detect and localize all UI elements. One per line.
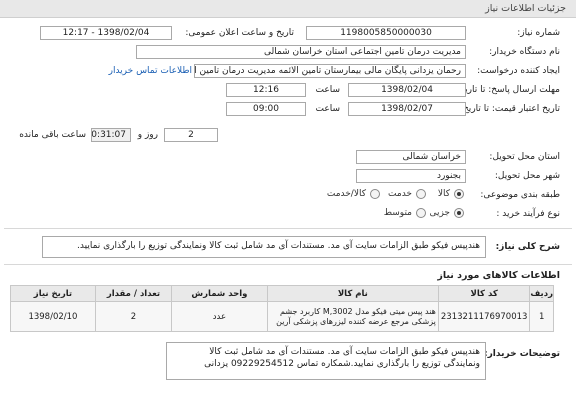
col-header-index: ردیف xyxy=(529,285,554,302)
buyer-org-field[interactable]: مدیریت درمان تامین اجتماعی استان خراسان … xyxy=(136,45,466,59)
price-time-word: ساعت xyxy=(315,104,341,114)
radio-icon[interactable] xyxy=(416,189,426,199)
radio-selected-icon[interactable] xyxy=(454,208,464,218)
city-label: شهر محل تحویل: xyxy=(494,171,560,181)
province-label: استان محل تحویل: xyxy=(489,152,560,162)
purchase-type-medium[interactable]: متوسط xyxy=(384,208,426,218)
cell-code: 2313211176970013 xyxy=(437,301,531,332)
creator-field[interactable]: رحمان یزدانی پایگان مالی بیمارستان تامین… xyxy=(194,64,466,78)
announce-field[interactable]: 1398/02/04 - 12:17 xyxy=(40,26,172,40)
buyer-desc-label: توضیحات خریدار: xyxy=(484,349,560,359)
buyer-desc-field[interactable]: هندپیس فیکو طبق الزامات سایت آی مد. مستن… xyxy=(166,342,486,380)
days-field[interactable]: 2 xyxy=(164,128,218,142)
creator-label: ایجاد کننده درخواست: xyxy=(477,66,560,76)
cell-qty: 2 xyxy=(94,301,173,332)
category-option-goods[interactable]: کالا xyxy=(438,189,464,199)
purchase-type-partial[interactable]: جزیی xyxy=(429,208,464,218)
cell-index: 1 xyxy=(529,301,554,332)
send-deadline-date-field[interactable]: 1398/02/04 xyxy=(348,83,466,97)
radio-selected-icon[interactable] xyxy=(454,189,464,199)
send-time-word: ساعت xyxy=(315,85,341,95)
divider xyxy=(4,228,572,229)
category-option-goods-service[interactable]: کالا/خدمت xyxy=(327,189,380,199)
need-number-field[interactable]: 1198005850000030 xyxy=(306,26,466,40)
province-field[interactable]: خراسان شمالی xyxy=(356,150,466,164)
radio-icon[interactable] xyxy=(370,189,380,199)
col-header-qty: تعداد / مقدار xyxy=(94,285,173,302)
contact-info-link[interactable]: اطلاعات تماس خریدار xyxy=(109,66,192,76)
city-field[interactable]: بجنورد xyxy=(356,169,466,183)
general-desc-label: شرح کلی نیاز: xyxy=(495,242,560,252)
radio-icon[interactable] xyxy=(416,208,426,218)
cell-date: 1398/02/10 xyxy=(10,301,96,332)
col-header-code: کد کالا xyxy=(437,285,531,302)
days-word: روز و xyxy=(137,130,158,140)
remaining-time-field: 20:31:07 xyxy=(91,128,131,142)
col-header-name: نام کالا xyxy=(266,285,439,302)
send-deadline-time-field[interactable]: 12:16 xyxy=(226,83,306,97)
category-option-service[interactable]: خدمت xyxy=(388,189,426,199)
general-desc-field[interactable]: هندپیس فیکو طبق الزامات سایت آی مد. مستن… xyxy=(42,236,486,258)
need-number-label: شماره نیاز: xyxy=(517,28,560,38)
category-label: طبقه بندی موضوعی: xyxy=(480,190,560,200)
items-section-title: اطلاعات کالاهای مورد نیاز xyxy=(437,270,560,281)
purchase-type-label: نوع فرآیند خرید : xyxy=(496,209,560,219)
items-table: ردیف کد کالا نام کالا واحد شمارش تعداد /… xyxy=(10,285,554,332)
page-title: جزئیات اطلاعات نیاز xyxy=(485,3,566,14)
divider xyxy=(4,264,572,265)
cell-name: هند پیس میتی فیکو مدل M,3002 کاربرد جشم … xyxy=(266,301,439,332)
remaining-label: ساعت باقی مانده xyxy=(19,130,86,140)
price-validity-date-field[interactable]: 1398/02/07 xyxy=(348,102,466,116)
send-deadline-label: مهلت ارسال پاسخ: تا تاریخ: xyxy=(456,85,560,95)
announce-label: تاریخ و ساعت اعلان عمومی: xyxy=(185,28,294,38)
col-header-unit: واحد شمارش xyxy=(171,285,268,302)
col-header-date: تاریخ نیاز xyxy=(10,285,96,302)
items-table-header: ردیف کد کالا نام کالا واحد شمارش تعداد /… xyxy=(10,285,554,302)
page-header: جزئیات اطلاعات نیاز xyxy=(0,0,576,18)
table-row[interactable]: 1 2313211176970013 هند پیس میتی فیکو مدل… xyxy=(10,301,554,332)
buyer-org-label: نام دستگاه خریدار: xyxy=(489,47,560,57)
cell-unit: عدد xyxy=(171,301,268,332)
price-validity-time-field[interactable]: 09:00 xyxy=(226,102,306,116)
price-validity-label: تاریخ اعتبار قیمت: تا تاریخ: xyxy=(459,104,560,114)
